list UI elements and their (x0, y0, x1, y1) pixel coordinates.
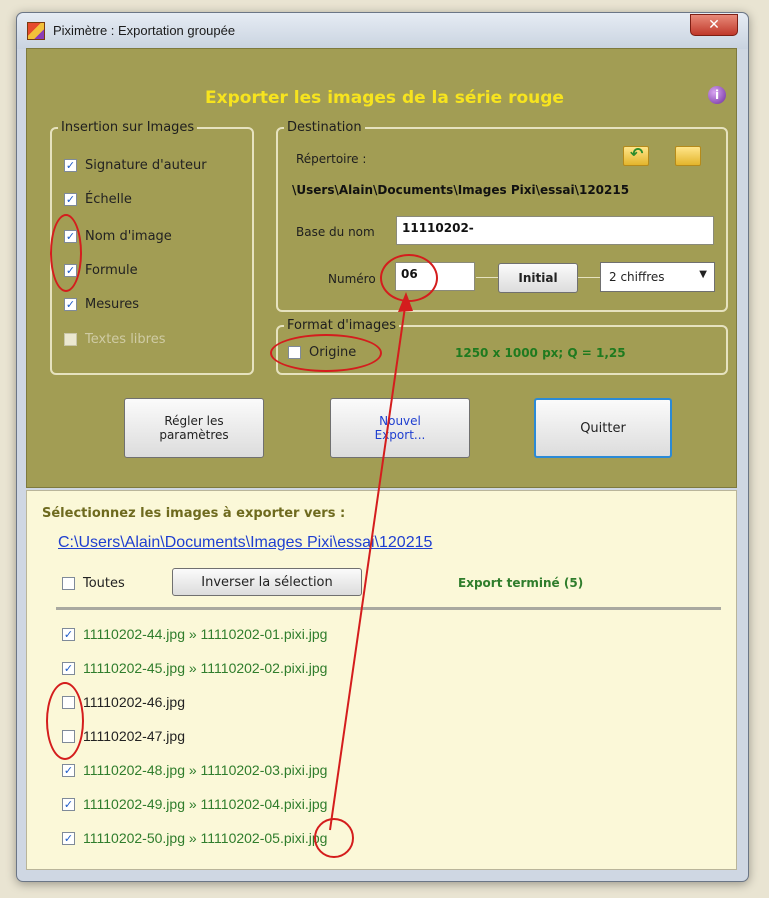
annotation-arrow (329, 292, 413, 831)
